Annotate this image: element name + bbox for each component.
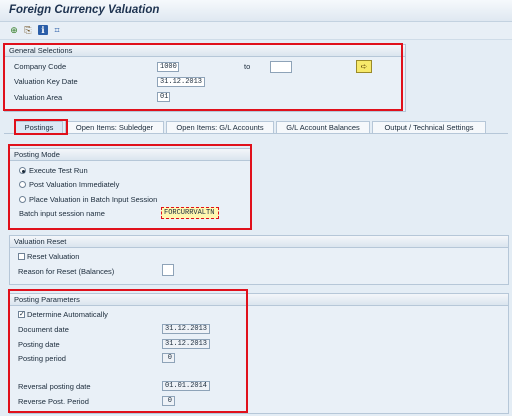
tab-open-items-subledger[interactable]: Open Items: Subledger [65,121,164,133]
info-icon[interactable]: ℹ [38,25,48,35]
tab-gl-account-balances[interactable]: G/L Account Balances [276,121,370,133]
reset-valuation-checkbox[interactable] [18,253,25,260]
tab-output-technical-settings[interactable]: Output / Technical Settings [372,121,486,133]
reset-valuation-label: Reset Valuation [27,252,80,261]
title-bar: Foreign Currency Valuation [0,0,512,22]
valuation-reset-title: Valuation Reset [14,237,67,246]
execute-icon[interactable]: ⊕ [9,25,19,35]
page-title: Foreign Currency Valuation [9,4,160,16]
reason-for-reset-field[interactable] [162,264,174,276]
selection-options-icon[interactable]: ⌗ [52,25,62,35]
application-toolbar: ⊕ ⎘ ℹ ⌗ [0,22,512,40]
valuation-reset-header: Valuation Reset [10,236,508,248]
postings-tab-highlight [14,119,68,135]
posting-parameters-highlight [8,289,248,413]
tab-open-items-gl-accounts[interactable]: Open Items: G/L Accounts [166,121,274,133]
reason-for-reset-label: Reason for Reset (Balances) [18,267,115,276]
posting-mode-highlight [8,144,252,230]
general-selections-highlight [3,43,403,111]
variant-icon[interactable]: ⎘ [23,25,33,35]
valuation-reset-panel: Valuation Reset [9,235,509,285]
